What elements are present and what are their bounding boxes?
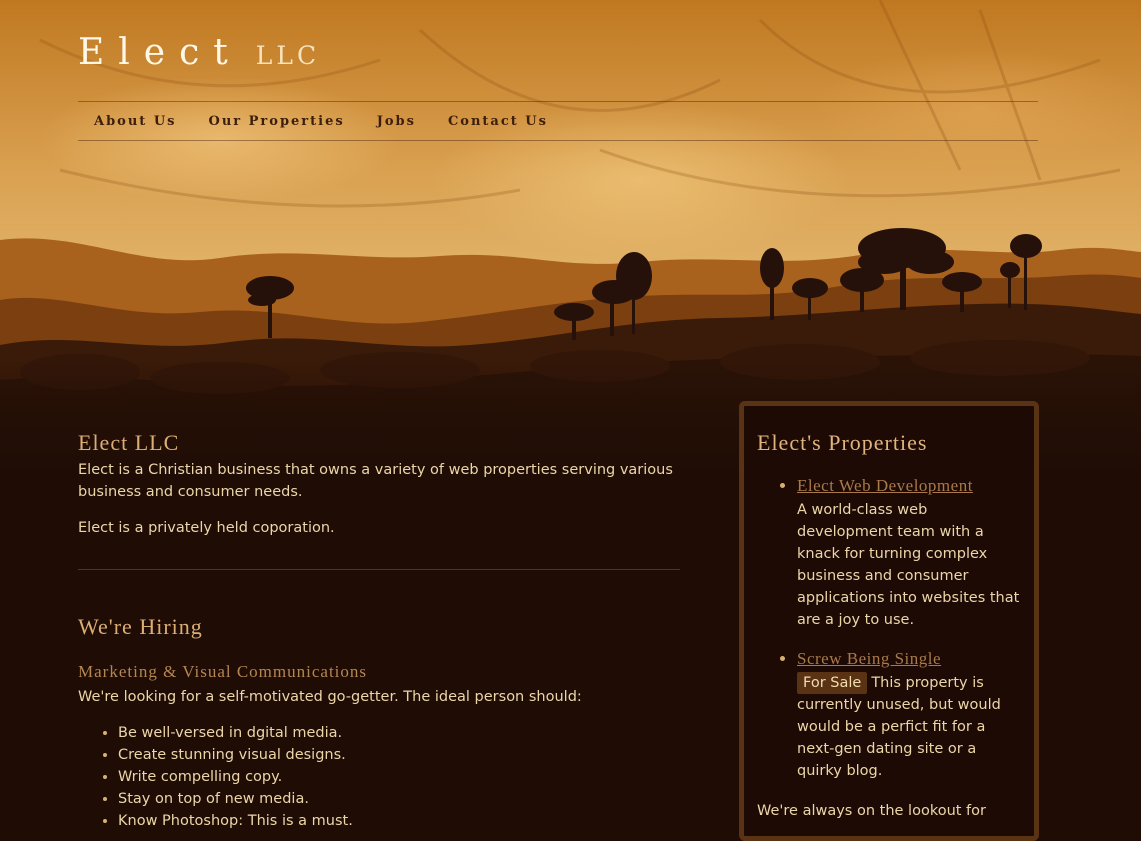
- property-item: Elect Web Development A world-class web …: [797, 476, 1022, 631]
- property-link-screw-being-single[interactable]: Screw Being Single: [797, 649, 941, 668]
- nav-our-properties[interactable]: Our Properties: [209, 114, 345, 129]
- list-item: Stay on top of new media.: [118, 788, 680, 810]
- list-item: Know Photoshop: This is a must.: [118, 810, 680, 832]
- intro-title: Elect LLC: [78, 430, 180, 455]
- nav-contact-us[interactable]: Contact Us: [448, 114, 548, 129]
- logo-name: Elect: [78, 32, 242, 73]
- job-description: We're looking for a self-motivated go-ge…: [78, 689, 582, 705]
- sidebar-footer-text: We're always on the lookout for: [757, 803, 986, 819]
- list-item: Be well-versed in dgital media.: [118, 722, 680, 744]
- main-content: Elect LLC Elect is a Christian business …: [78, 430, 680, 832]
- section-divider: [78, 569, 680, 570]
- property-item: Screw Being Single For SaleThis property…: [797, 649, 1022, 782]
- logo-suffix: LLC: [255, 41, 321, 70]
- list-item: Create stunning visual designs.: [118, 744, 680, 766]
- for-sale-badge: For Sale: [797, 672, 868, 694]
- list-item: Write compelling copy.: [118, 766, 680, 788]
- property-description: A world-class web development team with …: [797, 502, 1020, 628]
- intro-paragraph: Elect is a Christian business that owns …: [78, 462, 673, 500]
- job-title: Marketing & Visual Communications: [78, 662, 368, 681]
- requirements-list: Be well-versed in dgital media. Create s…: [78, 722, 680, 832]
- site-logo[interactable]: Elect LLC: [78, 32, 320, 73]
- property-link-elect-web-development[interactable]: Elect Web Development: [797, 476, 973, 495]
- properties-list: Elect Web Development A world-class web …: [757, 476, 1022, 782]
- properties-sidebar: Elect's Properties Elect Web Development…: [739, 401, 1039, 841]
- hiring-title: We're Hiring: [78, 614, 203, 639]
- nav-about-us[interactable]: About Us: [94, 114, 177, 129]
- nav-jobs[interactable]: Jobs: [377, 114, 416, 129]
- sidebar-title: Elect's Properties: [757, 430, 928, 455]
- property-description: For Sale This property is currently unuse…: [797, 672, 1022, 782]
- intro-paragraph: Elect is a privately held coporation.: [78, 520, 335, 536]
- main-nav: About Us Our Properties Jobs Contact Us: [78, 101, 1038, 141]
